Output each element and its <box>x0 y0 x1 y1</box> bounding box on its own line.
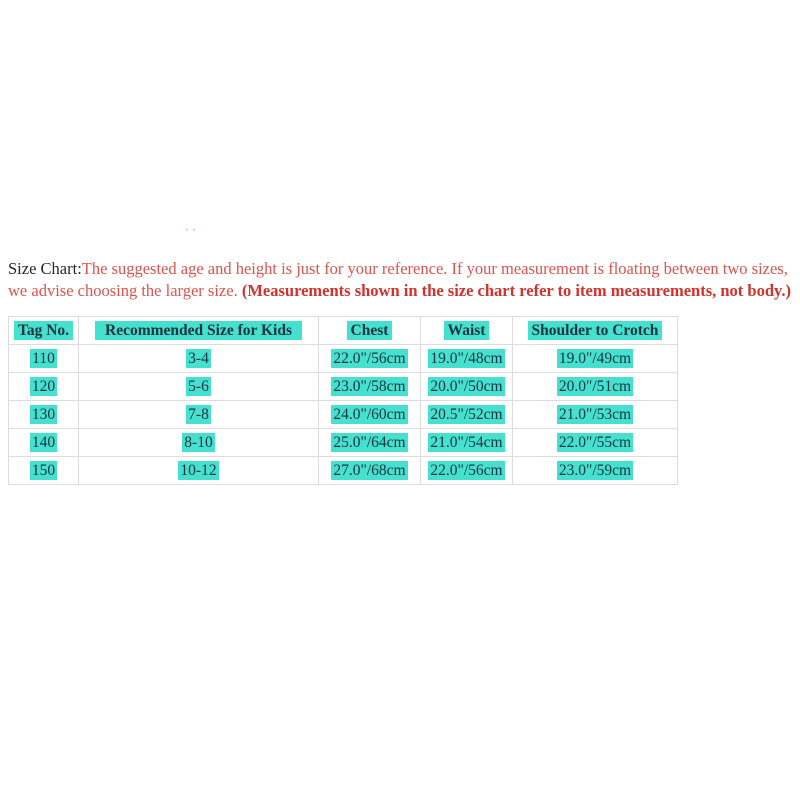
size-chart-table: Tag No. Recommended Size for Kids Chest … <box>8 316 678 485</box>
cell-recommended-size: 5-6 <box>78 372 319 401</box>
cell-shoulder-to-crotch: 22.0"/55cm <box>512 428 678 457</box>
cell-chest: 24.0"/60cm <box>318 400 421 429</box>
column-header-recommended-size: Recommended Size for Kids <box>78 316 319 345</box>
table-header-row: Tag No. Recommended Size for Kids Chest … <box>8 316 678 345</box>
cell-shoulder-to-crotch: 19.0"/49cm <box>512 344 678 373</box>
table-row: 150 10-12 27.0"/68cm 22.0"/56cm 23.0"/59… <box>8 456 678 485</box>
size-chart-description-emphasis: (Measurements shown in the size chart re… <box>241 281 791 300</box>
cell-chest: 23.0"/58cm <box>318 372 421 401</box>
cell-tag-no: 110 <box>8 344 79 373</box>
cell-chest: 27.0"/68cm <box>318 456 421 485</box>
cell-recommended-size: 8-10 <box>78 428 319 457</box>
column-header-shoulder-to-crotch: Shoulder to Crotch <box>512 316 678 345</box>
cell-tag-no: 150 <box>8 456 79 485</box>
column-header-tag-no: Tag No. <box>8 316 79 345</box>
cell-waist: 22.0"/56cm <box>420 456 513 485</box>
cell-waist: 19.0"/48cm <box>420 344 513 373</box>
table-row: 120 5-6 23.0"/58cm 20.0"/50cm 20.0"/51cm <box>8 372 678 401</box>
cell-recommended-size: 3-4 <box>78 344 319 373</box>
cell-waist: 21.0"/54cm <box>420 428 513 457</box>
table-row: 110 3-4 22.0"/56cm 19.0"/48cm 19.0"/49cm <box>8 344 678 373</box>
cell-shoulder-to-crotch: 20.0"/51cm <box>512 372 678 401</box>
cell-waist: 20.5"/52cm <box>420 400 513 429</box>
cell-tag-no: 130 <box>8 400 79 429</box>
cell-recommended-size: 10-12 <box>78 456 319 485</box>
cell-waist: 20.0"/50cm <box>420 372 513 401</box>
size-chart-label: Size Chart: <box>8 259 82 278</box>
table-row: 140 8-10 25.0"/64cm 21.0"/54cm 22.0"/55c… <box>8 428 678 457</box>
size-chart-page: clipped text line Size Chart:The suggest… <box>0 0 800 800</box>
cell-shoulder-to-crotch: 23.0"/59cm <box>512 456 678 485</box>
cell-chest: 22.0"/56cm <box>318 344 421 373</box>
size-chart-description: Size Chart:The suggested age and height … <box>8 258 800 306</box>
cell-tag-no: 140 <box>8 428 79 457</box>
column-header-waist: Waist <box>420 316 513 345</box>
cell-shoulder-to-crotch: 21.0"/53cm <box>512 400 678 429</box>
column-header-chest: Chest <box>318 316 421 345</box>
clipped-text-fragment: clipped text line <box>170 228 590 242</box>
table-row: 130 7-8 24.0"/60cm 20.5"/52cm 21.0"/53cm <box>8 400 678 429</box>
table-body: 110 3-4 22.0"/56cm 19.0"/48cm 19.0"/49cm… <box>8 344 678 485</box>
cell-tag-no: 120 <box>8 372 79 401</box>
table-header: Tag No. Recommended Size for Kids Chest … <box>8 316 678 345</box>
clipped-text-glyphs: clipped text line <box>170 228 590 232</box>
cell-recommended-size: 7-8 <box>78 400 319 429</box>
cell-chest: 25.0"/64cm <box>318 428 421 457</box>
